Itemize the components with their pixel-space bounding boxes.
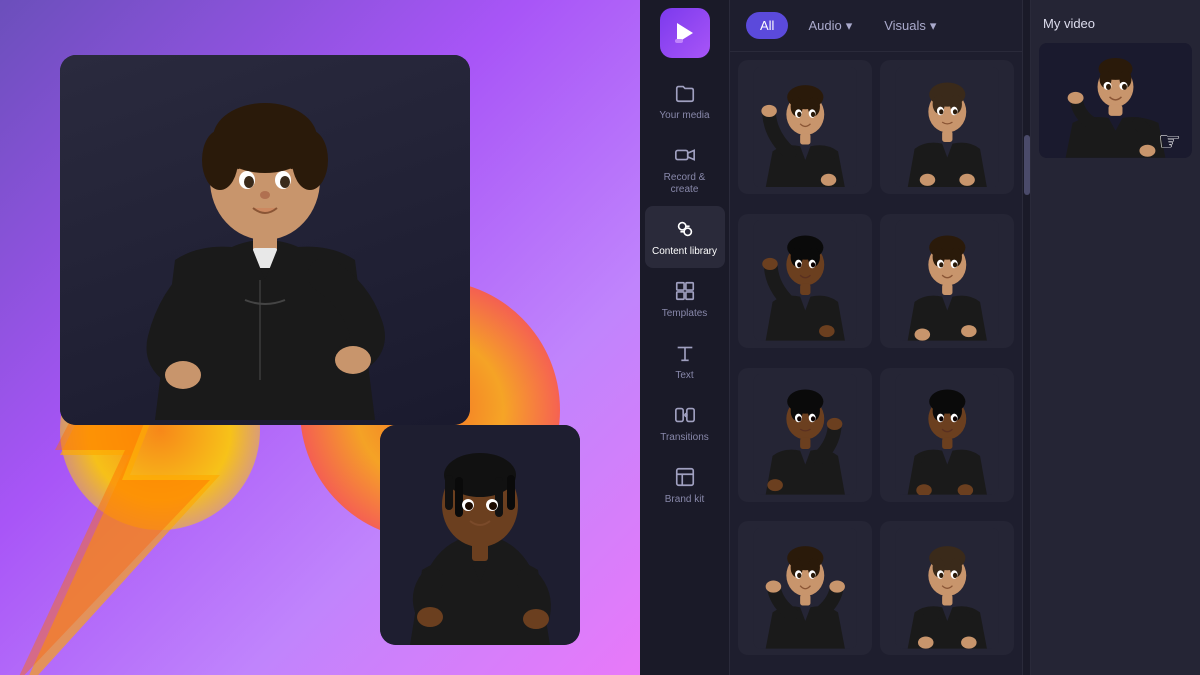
sidebar-item-brand-kit[interactable]: Brand kit xyxy=(645,454,725,516)
templates-icon xyxy=(672,278,698,304)
visuals-chevron-icon: ▾ xyxy=(930,18,937,34)
avatar-6-svg xyxy=(887,374,1008,495)
right-panel: Your media Record &create xyxy=(640,0,1200,675)
sidebar-item-record-create[interactable]: Record &create xyxy=(645,132,725,206)
avatar-main-bg xyxy=(60,55,470,425)
visuals-label: Visuals xyxy=(884,18,926,33)
content-library-icon xyxy=(672,216,698,242)
avatar-grid xyxy=(730,52,1022,675)
avatar-grid-item-4[interactable] xyxy=(880,214,1014,348)
avatar-8-svg xyxy=(887,528,1008,649)
avatar-1-svg xyxy=(745,67,866,188)
templates-label: Templates xyxy=(662,308,708,320)
record-create-label: Record &create xyxy=(664,172,706,196)
text-label: Text xyxy=(675,370,693,382)
sidebar-item-text[interactable]: Text xyxy=(645,330,725,392)
text-icon xyxy=(672,340,698,366)
logo-icon xyxy=(671,19,699,47)
main-avatar-svg xyxy=(105,60,425,420)
your-media-label: Your media xyxy=(659,110,709,122)
app-logo[interactable] xyxy=(660,8,710,58)
avatar-grid-item-1[interactable] xyxy=(738,60,872,194)
sidebar-item-transitions[interactable]: Transitions xyxy=(645,392,725,454)
avatar-grid-item-2[interactable] xyxy=(880,60,1014,194)
preview-panel xyxy=(0,0,640,675)
folder-icon xyxy=(672,80,698,106)
sidebar: Your media Record &create xyxy=(640,0,730,675)
sidebar-item-your-media[interactable]: Your media xyxy=(645,70,725,132)
small-avatar-card xyxy=(380,425,580,645)
brand-icon xyxy=(672,464,698,490)
video-panel-title: My video xyxy=(1031,0,1200,39)
scroll-thumb[interactable] xyxy=(1024,135,1030,195)
video-thumbnail[interactable]: ☞ xyxy=(1039,43,1192,158)
video-panel: My video ☞ xyxy=(1030,0,1200,675)
filter-bar: All Audio ▾ Visuals ▾ xyxy=(730,0,1022,52)
transitions-icon xyxy=(672,402,698,428)
filter-all-button[interactable]: All xyxy=(746,12,788,39)
sidebar-item-content-library[interactable]: Content library xyxy=(645,206,725,268)
main-content: All Audio ▾ Visuals ▾ xyxy=(730,0,1022,675)
avatar-4-svg xyxy=(887,220,1008,341)
audio-chevron-icon: ▾ xyxy=(846,18,853,34)
cursor-hand-icon: ☞ xyxy=(1158,126,1188,156)
avatar-grid-item-6[interactable] xyxy=(880,368,1014,502)
avatar-grid-item-7[interactable] xyxy=(738,521,872,655)
filter-visuals-button[interactable]: Visuals ▾ xyxy=(872,12,948,40)
filter-audio-button[interactable]: Audio ▾ xyxy=(796,12,864,40)
small-avatar-svg xyxy=(380,425,580,645)
transitions-label: Transitions xyxy=(660,432,709,444)
avatar-7-svg xyxy=(745,528,866,649)
main-avatar-card xyxy=(60,55,470,425)
content-library-label: Content library xyxy=(652,246,717,258)
avatar-2-svg xyxy=(887,67,1008,188)
brand-kit-label: Brand kit xyxy=(665,494,704,506)
avatar-grid-item-5[interactable] xyxy=(738,368,872,502)
avatar-5-svg xyxy=(745,374,866,495)
video-camera-icon xyxy=(672,142,698,168)
avatar-grid-item-8[interactable] xyxy=(880,521,1014,655)
scroll-track[interactable] xyxy=(1022,0,1030,675)
avatar-3-svg xyxy=(745,220,866,341)
audio-label: Audio xyxy=(808,18,841,33)
sidebar-item-templates[interactable]: Templates xyxy=(645,268,725,330)
avatar-grid-item-3[interactable] xyxy=(738,214,872,348)
